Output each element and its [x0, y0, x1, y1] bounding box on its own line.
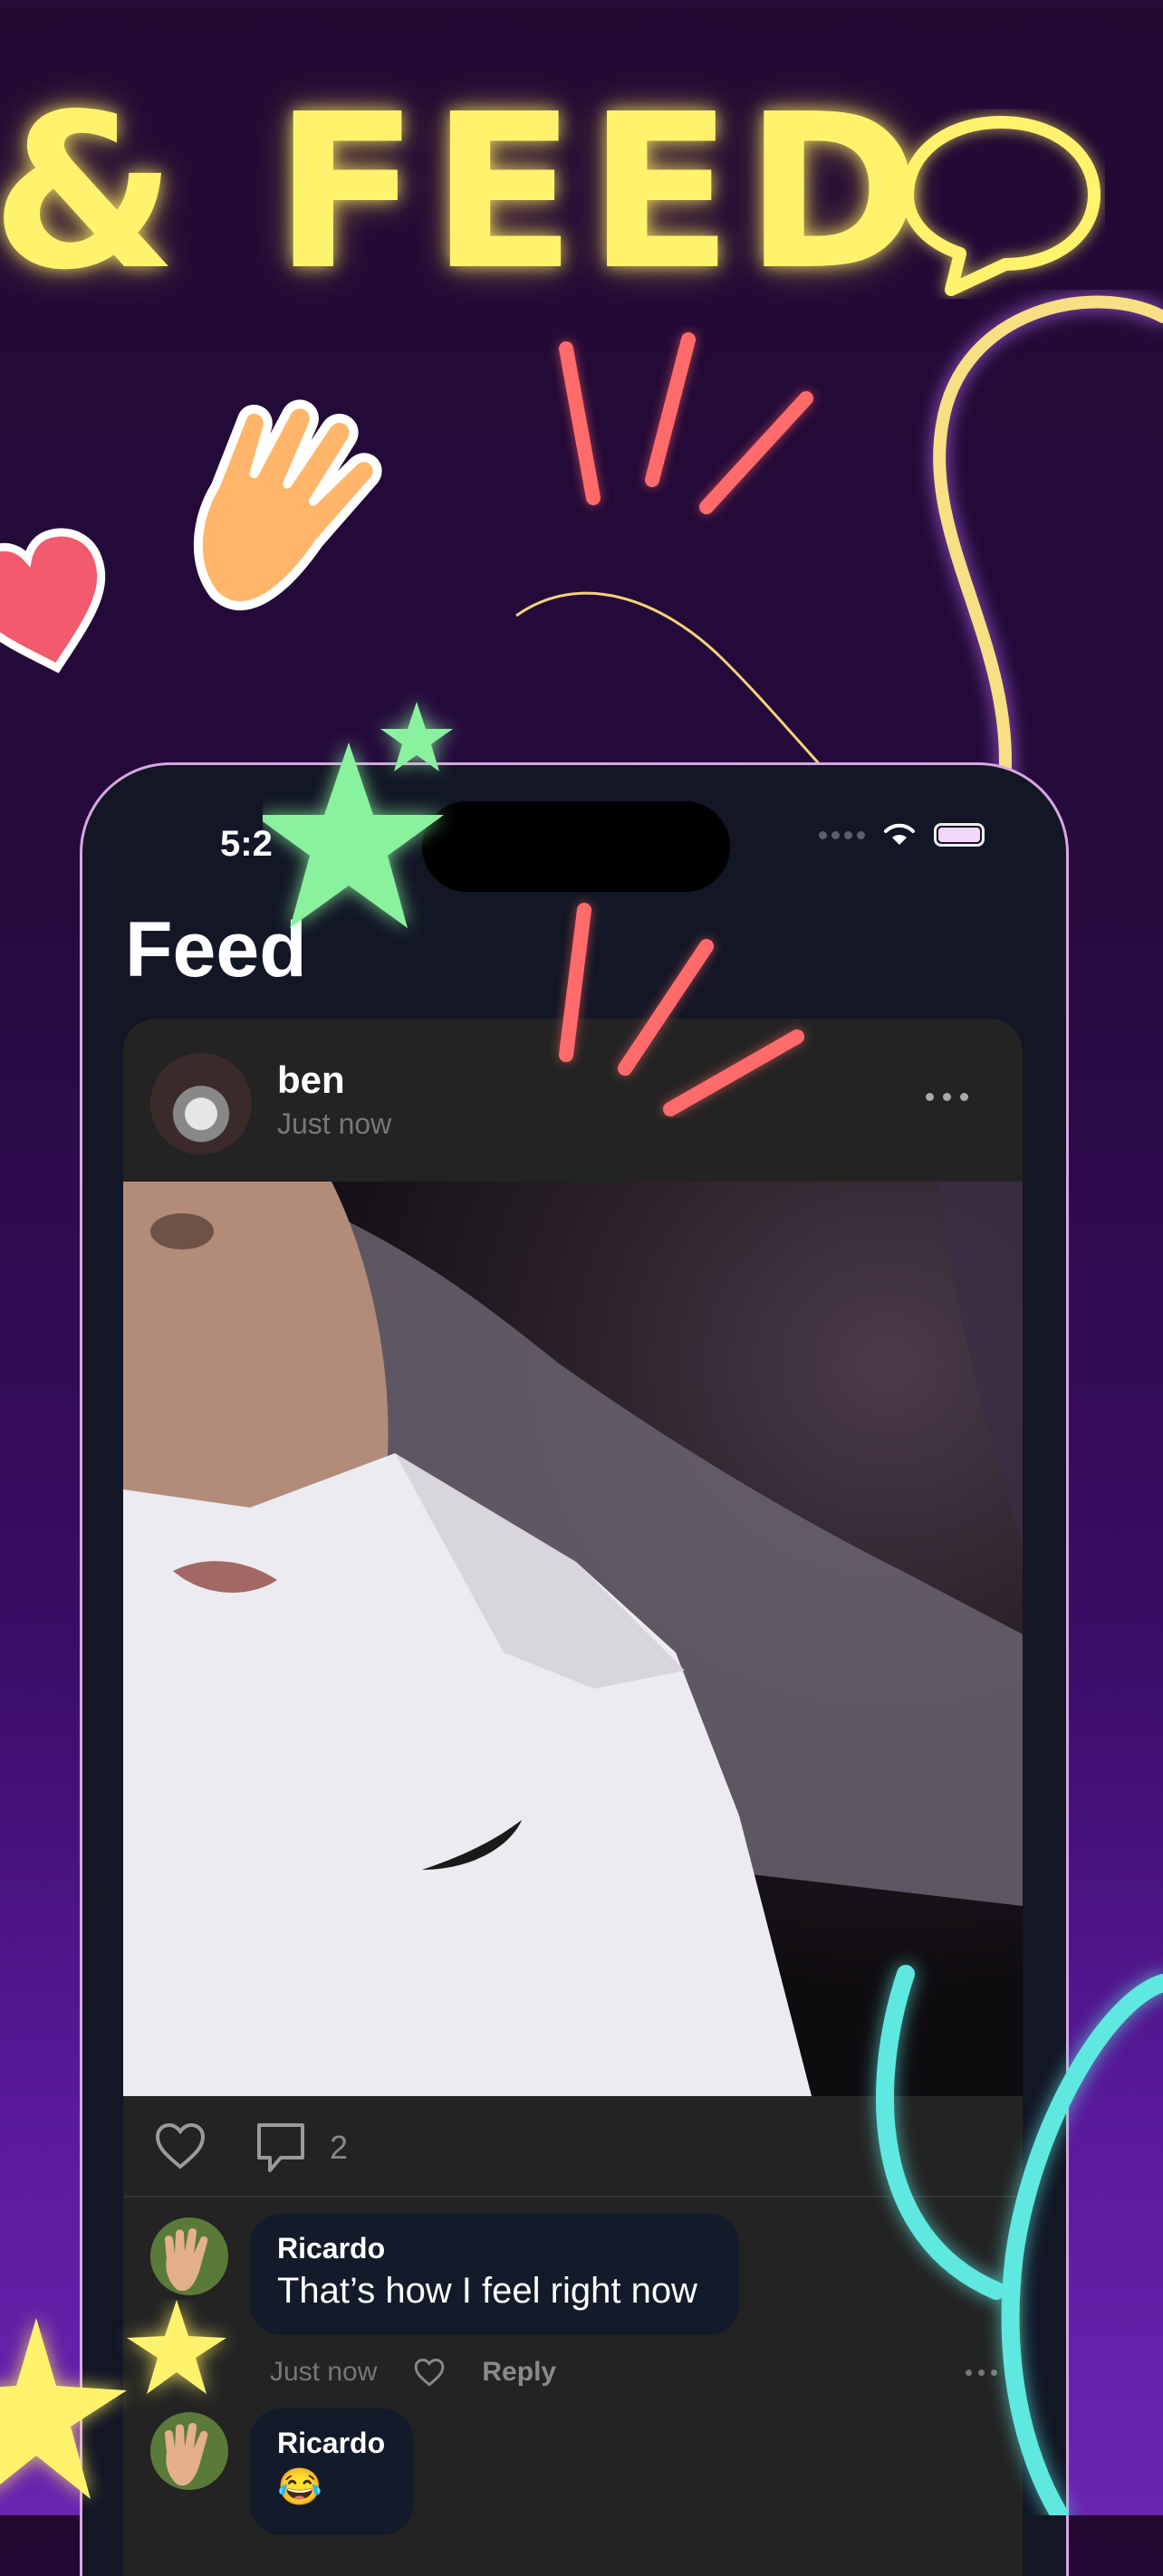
battery-icon	[934, 823, 985, 847]
comment-time: Just now	[270, 2357, 378, 2387]
comment-author[interactable]: Ricardo	[277, 2427, 386, 2460]
star-icon	[263, 702, 453, 928]
status-icons	[819, 821, 985, 848]
hand-avatar-icon	[164, 2227, 208, 2292]
comment-avatar[interactable]	[150, 2217, 228, 2295]
avatar[interactable]	[150, 1053, 252, 1154]
burst-lines-mid	[559, 903, 804, 1116]
comment-count: 2	[330, 2129, 349, 2166]
like-icon[interactable]	[154, 2121, 207, 2170]
comment-author[interactable]: Ricardo	[277, 2232, 712, 2265]
post-username[interactable]: ben	[277, 1058, 345, 1102]
more-icon[interactable]	[926, 1093, 968, 1101]
hand-wave-icon	[193, 399, 382, 610]
signal-icon	[819, 830, 865, 839]
reply-button[interactable]: Reply	[482, 2357, 556, 2388]
burst-lines-top	[559, 332, 813, 514]
comment-meta: Just now Reply	[270, 2357, 556, 2388]
comment-bubble: Ricardo 😂	[250, 2408, 413, 2535]
comment-like-icon[interactable]	[413, 2358, 446, 2387]
headline: & FEED	[0, 68, 933, 317]
decorative-swirl	[876, 1965, 1163, 2515]
star-icon	[0, 2300, 226, 2499]
wifi-icon	[884, 823, 915, 845]
speech-bubble-icon	[901, 116, 1101, 296]
heart-icon	[0, 528, 106, 674]
post-timestamp: Just now	[277, 1107, 392, 1140]
comment-bubble: Ricardo That’s how I feel right now	[250, 2214, 739, 2335]
comment-text: That’s how I feel right now	[277, 2271, 697, 2311]
comment-text: 😂	[277, 2467, 322, 2507]
comment-icon[interactable]	[254, 2121, 308, 2174]
